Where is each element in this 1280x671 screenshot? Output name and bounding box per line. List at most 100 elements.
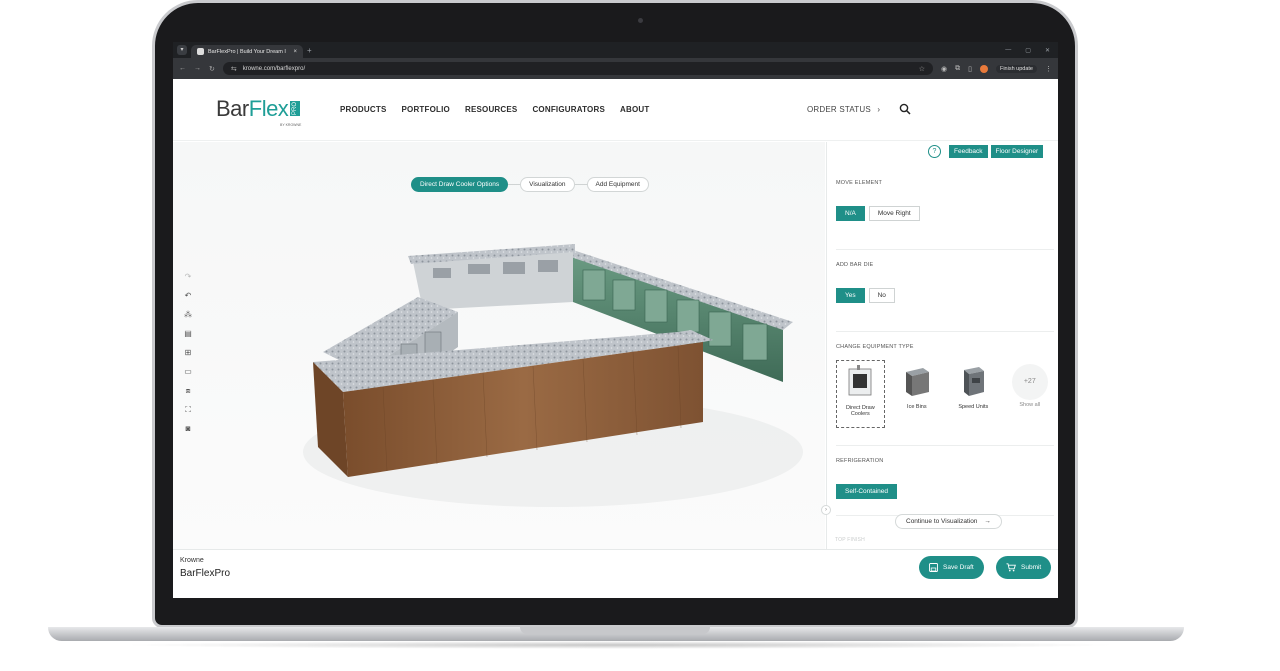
back-icon[interactable]: ← bbox=[179, 65, 186, 72]
bar-die-yes-button[interactable]: Yes bbox=[836, 288, 865, 303]
browser-tab-bar: ▾ BarFlexPro | Build Your Dream I × + — … bbox=[173, 42, 1058, 58]
laptop-mockup: ▾ BarFlexPro | Build Your Dream I × + — … bbox=[0, 0, 1280, 671]
save-draft-button[interactable]: Save Draft bbox=[919, 556, 984, 579]
add-bar-die-title: ADD BAR DIE bbox=[836, 262, 874, 268]
save-icon bbox=[929, 563, 938, 572]
maximize-icon[interactable]: ▢ bbox=[1025, 47, 1031, 54]
ice-bin-icon bbox=[905, 368, 929, 396]
equipment-show-all[interactable]: +27 Show all bbox=[1006, 360, 1054, 428]
equipment-direct-draw-coolers[interactable]: Direct Draw Coolers bbox=[836, 360, 885, 428]
options-panel: MOVE ELEMENT N/A Move Right ADD BAR DIE … bbox=[826, 142, 1058, 549]
url-text: krowne.com/barflexpro/ bbox=[242, 65, 306, 72]
tab-title: BarFlexPro | Build Your Dream I bbox=[208, 48, 286, 55]
nav-about[interactable]: ABOUT bbox=[620, 105, 649, 114]
search-icon[interactable] bbox=[899, 103, 911, 115]
move-na-button[interactable]: N/A bbox=[836, 206, 865, 221]
main-nav: PRODUCTS PORTFOLIO RESOURCES CONFIGURATO… bbox=[340, 105, 649, 114]
configurator-footer: Krowne BarFlexPro Save Draft Submit bbox=[173, 549, 1058, 598]
configurator-canvas[interactable]: Direct Draw Cooler Options Visualization… bbox=[173, 142, 825, 549]
new-tab-icon[interactable]: + bbox=[307, 46, 312, 55]
window-controls: — ▢ ✕ bbox=[1005, 47, 1058, 54]
laptop-shadow bbox=[120, 641, 1120, 649]
more-count: +27 bbox=[1011, 364, 1048, 400]
window-close-icon[interactable]: ✕ bbox=[1045, 47, 1050, 54]
address-bar-row: ← → ↻ ⇆ krowne.com/barflexpro/ ☆ ◉ ⧉ ▯ F… bbox=[173, 58, 1058, 79]
panel-top-actions: ? Feedback Floor Designer bbox=[928, 145, 1044, 158]
continue-label: Continue to Visualization bbox=[906, 518, 978, 525]
equipment-ice-bins[interactable]: Ice Bins bbox=[893, 360, 941, 428]
step-visualization[interactable]: Visualization bbox=[520, 177, 575, 192]
move-element-title: MOVE ELEMENT bbox=[836, 180, 883, 186]
continue-visualization-button[interactable]: Continue to Visualization → bbox=[895, 514, 1002, 529]
profile-avatar[interactable] bbox=[979, 64, 988, 73]
step-direct-draw[interactable]: Direct Draw Cooler Options bbox=[411, 177, 509, 192]
forward-icon[interactable]: → bbox=[194, 65, 201, 72]
nav-resources[interactable]: RESOURCES bbox=[465, 105, 517, 114]
logo-bar-text: Bar bbox=[216, 96, 249, 121]
order-status-label: ORDER STATUS bbox=[807, 105, 871, 114]
fullscreen-icon[interactable]: ⛶ bbox=[181, 403, 195, 417]
footer-brand: Krowne bbox=[180, 557, 204, 564]
bar-die-no-button[interactable]: No bbox=[868, 288, 895, 303]
move-right-button[interactable]: Move Right bbox=[868, 206, 920, 221]
add-element-icon[interactable]: ⊞ bbox=[181, 346, 195, 360]
direct-draw-cooler-icon bbox=[848, 365, 872, 396]
nav-portfolio[interactable]: PORTFOLIO bbox=[402, 105, 450, 114]
explode-icon[interactable]: ⁂ bbox=[181, 308, 195, 322]
self-contained-button[interactable]: Self-Contained bbox=[836, 484, 897, 499]
show-all-label: Show all bbox=[1019, 402, 1041, 408]
site-header: Bar Flex PRO BY KROWNE PRODUCTS PORTFOLI… bbox=[173, 79, 1058, 141]
equipment-type-section: CHANGE EQUIPMENT TYPE Direct Draw Cooler… bbox=[836, 344, 1054, 446]
laptop-notch bbox=[520, 627, 710, 634]
order-status-link[interactable]: ORDER STATUS › bbox=[807, 105, 880, 114]
sidebar-icon[interactable]: ▯ bbox=[968, 65, 972, 73]
equipment-label: Direct Draw Coolers bbox=[845, 405, 875, 417]
canvas-toolbar: ↷ ↶ ⁂ ▤ ⊞ ▭ ⧈ ⛶ ◙ bbox=[181, 270, 197, 441]
step-add-equipment[interactable]: Add Equipment bbox=[586, 177, 649, 192]
browser-window: ▾ BarFlexPro | Build Your Dream I × + — … bbox=[173, 42, 1058, 598]
url-field[interactable]: ⇆ krowne.com/barflexpro/ ☆ bbox=[222, 62, 933, 75]
nav-products[interactable]: PRODUCTS bbox=[340, 105, 387, 114]
minimize-icon[interactable]: — bbox=[1005, 47, 1011, 54]
extensions-puzzle-icon[interactable]: ⧉ bbox=[955, 65, 960, 73]
cart-icon bbox=[1006, 563, 1016, 572]
move-element-section: MOVE ELEMENT N/A Move Right bbox=[836, 180, 1054, 250]
equipment-type-list: Direct Draw Coolers Ice Bins Speed Units… bbox=[836, 360, 1054, 428]
feedback-button[interactable]: Feedback bbox=[949, 145, 988, 158]
equipment-label: Speed Units bbox=[958, 404, 989, 410]
footer-product: BarFlexPro bbox=[180, 568, 231, 579]
tab-close-icon[interactable]: × bbox=[293, 49, 297, 55]
move-element-options: N/A Move Right bbox=[836, 206, 1054, 221]
bookmark-star-icon[interactable]: ☆ bbox=[919, 65, 925, 73]
barflexpro-logo[interactable]: Bar Flex PRO BY KROWNE bbox=[216, 96, 301, 127]
browser-menu-icon[interactable]: ⋮ bbox=[1045, 65, 1052, 73]
redo-icon[interactable]: ↷ bbox=[181, 270, 195, 284]
tab-search-icon[interactable]: ▾ bbox=[177, 45, 187, 55]
refrigeration-title: REFRIGERATION bbox=[836, 458, 884, 464]
browser-tab[interactable]: BarFlexPro | Build Your Dream I × bbox=[191, 45, 303, 58]
add-bar-die-options: Yes No bbox=[836, 288, 1054, 303]
site-info-icon[interactable]: ⇆ bbox=[231, 65, 237, 73]
arrow-right-icon: → bbox=[984, 518, 991, 525]
camera-icon bbox=[638, 18, 643, 23]
reload-icon[interactable]: ↻ bbox=[209, 65, 215, 73]
logo-pro-badge: PRO bbox=[290, 100, 301, 116]
help-icon[interactable]: ? bbox=[928, 145, 941, 158]
step-connector bbox=[574, 184, 587, 185]
nav-configurators[interactable]: CONFIGURATORS bbox=[532, 105, 605, 114]
clipboard-icon[interactable]: ▤ bbox=[181, 327, 195, 341]
logo-by-krowne: BY KROWNE bbox=[280, 123, 302, 127]
fit-view-icon[interactable]: ⧈ bbox=[181, 384, 195, 398]
collapse-panel-icon[interactable]: › bbox=[821, 505, 831, 515]
folder-icon[interactable]: ▭ bbox=[181, 365, 195, 379]
favicon-icon bbox=[197, 48, 204, 55]
submit-label: Submit bbox=[1021, 564, 1042, 571]
floor-designer-button[interactable]: Floor Designer bbox=[990, 145, 1044, 158]
extension-icon[interactable]: ◉ bbox=[941, 65, 947, 73]
undo-icon[interactable]: ↶ bbox=[181, 289, 195, 303]
finish-update-button[interactable]: Finish update bbox=[995, 64, 1037, 73]
submit-button[interactable]: Submit bbox=[996, 556, 1052, 579]
camera-snapshot-icon[interactable]: ◙ bbox=[181, 422, 195, 436]
bar-3d-model[interactable] bbox=[283, 242, 803, 512]
equipment-speed-units[interactable]: Speed Units bbox=[949, 360, 997, 428]
